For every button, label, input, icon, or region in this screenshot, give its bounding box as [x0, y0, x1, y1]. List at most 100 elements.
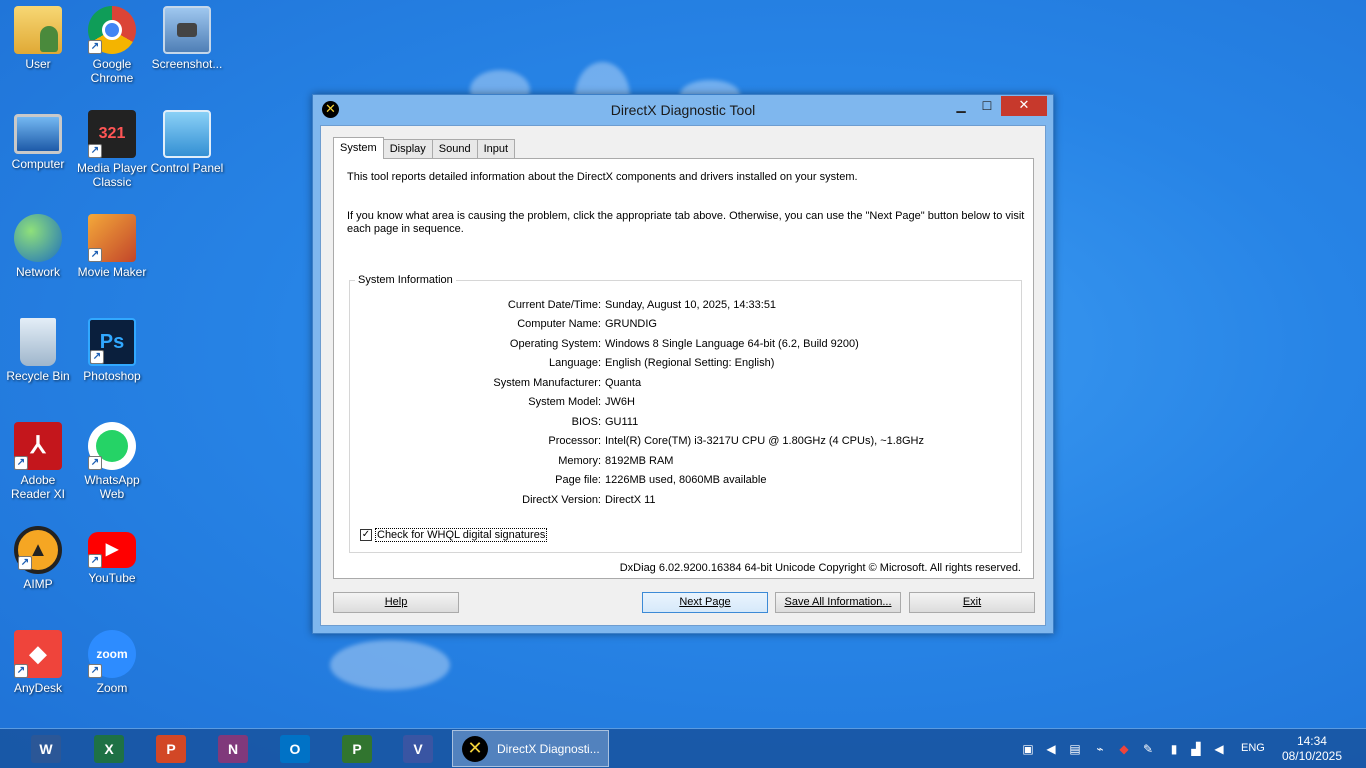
maximize-button[interactable]: ☐	[974, 96, 1000, 116]
control-panel-icon	[163, 110, 211, 158]
desktop-icon-user[interactable]: User	[0, 6, 76, 71]
desktop-icon-adobe-reader[interactable]: ⅄ ↗ Adobe Reader XI	[0, 422, 76, 501]
clock[interactable]: 14:34 08/10/2025	[1282, 734, 1342, 764]
user-folder-icon	[14, 6, 62, 54]
taskbar-task-dxdiag[interactable]: ✕ DirectX Diagnosti...	[452, 730, 609, 767]
taskbar-word-icon[interactable]: W	[31, 735, 61, 763]
desktop-icon-photoshop[interactable]: Ps ↗ Photoshop	[74, 318, 150, 383]
desktop-icon-movie-maker[interactable]: ↗ Movie Maker	[74, 214, 150, 279]
info-row: Operating System: Windows 8 Single Langu…	[350, 338, 1023, 352]
clock-date: 08/10/2025	[1281, 749, 1342, 763]
info-value: 8192MB RAM	[605, 455, 674, 467]
info-row: Memory: 8192MB RAM	[350, 455, 1023, 469]
language-indicator[interactable]: ENG	[1241, 742, 1265, 754]
tab-system[interactable]: System	[333, 137, 384, 159]
info-value: English (Regional Setting: English)	[605, 357, 775, 369]
info-label: System Manufacturer:	[493, 377, 601, 389]
info-value: DirectX 11	[605, 494, 656, 506]
info-row: Processor: Intel(R) Core(TM) i3-3217U CP…	[350, 435, 1023, 449]
taskbar-excel-icon[interactable]: X	[94, 735, 124, 763]
info-label: Language:	[549, 357, 601, 369]
wallpaper-petal	[330, 640, 450, 690]
info-value: Quanta	[605, 377, 642, 389]
desktop-icon-network[interactable]: Network	[0, 214, 76, 279]
info-value: GRUNDIG	[605, 318, 657, 330]
volume-icon[interactable]: ◀	[1212, 742, 1226, 756]
desktop-icon-zoom[interactable]: zoom ↗ Zoom	[74, 630, 150, 695]
desktop-icon-recycle-bin[interactable]: Recycle Bin	[0, 318, 76, 383]
title-bar[interactable]: ✕ DirectX Diagnostic Tool ▁ ☐ ✕	[313, 95, 1053, 125]
window-title: DirectX Diagnostic Tool	[610, 102, 756, 118]
window-client: System Display Sound Input This tool rep…	[320, 125, 1046, 626]
signal-icon[interactable]: ▟	[1189, 742, 1203, 756]
usb-icon[interactable]: ⌁	[1093, 742, 1107, 756]
info-value: GU111	[605, 416, 639, 428]
intro-text-2: If you know what area is causing the pro…	[347, 210, 1025, 235]
copyright-text: DxDiag 6.02.9200.16384 64-bit Unicode Co…	[619, 562, 1021, 574]
taskbar-onenote-icon[interactable]: N	[218, 735, 248, 763]
whql-checkbox-label[interactable]: Check for WHQL digital signatures	[375, 528, 548, 542]
desktop-icon-computer[interactable]: Computer	[0, 110, 76, 171]
aimp-icon: ▲ ↗	[14, 526, 62, 574]
adobe-reader-icon: ⅄ ↗	[14, 422, 62, 470]
taskbar-project-icon[interactable]: P	[342, 735, 372, 763]
tab-input[interactable]: Input	[476, 139, 516, 159]
monitor-icon[interactable]: ▣	[1021, 742, 1035, 756]
info-value: 1226MB used, 8060MB available	[605, 474, 767, 486]
pen-icon[interactable]: ✎	[1141, 742, 1155, 756]
taskbar-visio-icon[interactable]: V	[403, 735, 433, 763]
minimize-button[interactable]: ▁	[948, 96, 974, 116]
shortcut-arrow-icon: ↗	[14, 456, 28, 470]
info-value: Intel(R) Core(TM) i3-3217U CPU @ 1.80GHz…	[605, 435, 924, 447]
recycle-bin-icon	[20, 318, 56, 366]
desktop-icon-youtube[interactable]: ▶ ↗ YouTube	[74, 526, 150, 585]
desktop-icon-chrome[interactable]: ↗ Google Chrome	[74, 6, 150, 85]
intro-text: This tool reports detailed information a…	[347, 171, 858, 183]
info-row: Computer Name: GRUNDIG	[350, 318, 1023, 332]
exit-button[interactable]: Exit	[909, 592, 1035, 613]
taskbar-outlook-icon[interactable]: O	[280, 735, 310, 763]
chrome-icon: ↗	[88, 6, 136, 54]
info-label: System Model:	[528, 396, 601, 408]
desktop-icon-media-player[interactable]: 321 ↗ Media Player Classic	[74, 110, 150, 189]
info-value: Sunday, August 10, 2025, 14:33:51	[605, 299, 777, 311]
info-row: System Manufacturer: Quanta	[350, 377, 1023, 391]
speaker-icon[interactable]: ◀	[1044, 742, 1058, 756]
save-all-information-button[interactable]: Save All Information...	[775, 592, 901, 613]
tab-sound[interactable]: Sound	[431, 139, 478, 159]
info-label: Processor:	[548, 435, 601, 447]
help-button[interactable]: Help	[333, 592, 459, 613]
info-row: System Model: JW6H	[350, 396, 1023, 410]
next-page-button[interactable]: Next Page	[642, 592, 768, 613]
info-value: Windows 8 Single Language 64-bit (6.2, B…	[605, 338, 859, 350]
whatsapp-icon: ↗	[88, 422, 136, 470]
shortcut-arrow-icon: ↗	[88, 248, 102, 262]
anydesk-icon: ◆ ↗	[14, 630, 62, 678]
media-player-icon: 321 ↗	[88, 110, 136, 158]
info-row: DirectX Version: DirectX 11	[350, 494, 1023, 508]
tab-display[interactable]: Display	[382, 139, 433, 159]
info-label: Computer Name:	[517, 318, 601, 330]
network-adapter-icon[interactable]: ▤	[1068, 742, 1082, 756]
system-tab-panel: This tool reports detailed information a…	[333, 158, 1034, 579]
taskbar-powerpoint-icon[interactable]: P	[156, 735, 186, 763]
battery-icon[interactable]: ▮	[1167, 742, 1181, 756]
shortcut-arrow-icon: ↗	[88, 554, 102, 568]
photoshop-icon: Ps ↗	[88, 318, 136, 366]
shortcut-arrow-icon: ↗	[88, 456, 102, 470]
whql-checkbox[interactable]: ✓	[360, 529, 372, 541]
shortcut-arrow-icon: ↗	[90, 350, 104, 364]
zoom-icon: zoom ↗	[88, 630, 136, 678]
info-row: BIOS: GU111	[350, 416, 1023, 430]
desktop-icon-anydesk[interactable]: ◆ ↗ AnyDesk	[0, 630, 76, 695]
anydesk-tray-icon[interactable]: ◆	[1117, 742, 1131, 756]
desktop-icon-control-panel[interactable]: Control Panel	[149, 110, 225, 175]
dxdiag-window: ✕ DirectX Diagnostic Tool ▁ ☐ ✕ System D…	[312, 94, 1054, 634]
screenshot-camera-icon	[163, 6, 211, 54]
desktop-icon-screenshot[interactable]: Screenshot...	[149, 6, 225, 71]
desktop-icon-whatsapp[interactable]: ↗ WhatsApp Web	[74, 422, 150, 501]
youtube-icon: ▶ ↗	[88, 532, 136, 568]
desktop-icon-aimp[interactable]: ▲ ↗ AIMP	[0, 526, 76, 591]
close-button[interactable]: ✕	[1001, 96, 1047, 116]
info-row: Current Date/Time: Sunday, August 10, 20…	[350, 299, 1023, 313]
